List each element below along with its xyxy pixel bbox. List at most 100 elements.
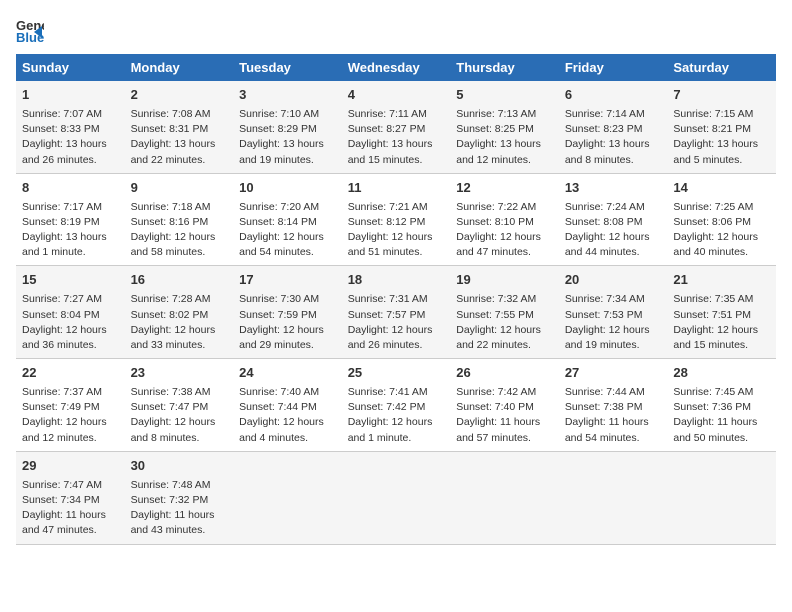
header-thursday: Thursday xyxy=(450,54,559,81)
day-number: 15 xyxy=(22,271,119,290)
day-info: Sunrise: 7:38 AM xyxy=(131,385,228,400)
calendar-table: SundayMondayTuesdayWednesdayThursdayFrid… xyxy=(16,54,776,545)
calendar-cell: 30Sunrise: 7:48 AMSunset: 7:32 PMDayligh… xyxy=(125,451,234,544)
day-info: Sunrise: 7:34 AM xyxy=(565,292,662,307)
calendar-cell: 21Sunrise: 7:35 AMSunset: 7:51 PMDayligh… xyxy=(667,266,776,359)
day-info: Sunset: 8:02 PM xyxy=(131,308,228,323)
day-info: Sunset: 8:21 PM xyxy=(673,122,770,137)
calendar-cell: 5Sunrise: 7:13 AMSunset: 8:25 PMDaylight… xyxy=(450,81,559,173)
day-info: Sunset: 7:44 PM xyxy=(239,400,336,415)
day-info: and 12 minutes. xyxy=(456,153,553,168)
day-info: Sunrise: 7:35 AM xyxy=(673,292,770,307)
day-info: Sunrise: 7:22 AM xyxy=(456,200,553,215)
day-info: and 5 minutes. xyxy=(673,153,770,168)
header-wednesday: Wednesday xyxy=(342,54,451,81)
day-info: Daylight: 12 hours xyxy=(131,323,228,338)
day-info: Daylight: 12 hours xyxy=(348,415,445,430)
day-number: 24 xyxy=(239,364,336,383)
calendar-cell: 7Sunrise: 7:15 AMSunset: 8:21 PMDaylight… xyxy=(667,81,776,173)
day-number: 23 xyxy=(131,364,228,383)
calendar-cell: 6Sunrise: 7:14 AMSunset: 8:23 PMDaylight… xyxy=(559,81,668,173)
day-info: Sunset: 7:47 PM xyxy=(131,400,228,415)
day-info: and 29 minutes. xyxy=(239,338,336,353)
day-info: Daylight: 13 hours xyxy=(22,137,119,152)
calendar-cell xyxy=(559,451,668,544)
day-info: and 1 minute. xyxy=(22,245,119,260)
day-info: Sunrise: 7:42 AM xyxy=(456,385,553,400)
calendar-cell: 10Sunrise: 7:20 AMSunset: 8:14 PMDayligh… xyxy=(233,173,342,266)
day-info: Daylight: 13 hours xyxy=(565,137,662,152)
day-number: 2 xyxy=(131,86,228,105)
day-number: 3 xyxy=(239,86,336,105)
day-info: Sunset: 8:14 PM xyxy=(239,215,336,230)
day-info: Daylight: 12 hours xyxy=(565,323,662,338)
day-info: Sunset: 8:25 PM xyxy=(456,122,553,137)
day-info: Sunrise: 7:47 AM xyxy=(22,478,119,493)
week-row-2: 8Sunrise: 7:17 AMSunset: 8:19 PMDaylight… xyxy=(16,173,776,266)
day-info: Sunrise: 7:44 AM xyxy=(565,385,662,400)
calendar-cell: 19Sunrise: 7:32 AMSunset: 7:55 PMDayligh… xyxy=(450,266,559,359)
calendar-header-row: SundayMondayTuesdayWednesdayThursdayFrid… xyxy=(16,54,776,81)
day-info: and 54 minutes. xyxy=(565,431,662,446)
day-info: and 44 minutes. xyxy=(565,245,662,260)
logo-icon: General Blue xyxy=(16,16,44,44)
week-row-1: 1Sunrise: 7:07 AMSunset: 8:33 PMDaylight… xyxy=(16,81,776,173)
day-info: Daylight: 11 hours xyxy=(22,508,119,523)
day-info: Sunrise: 7:45 AM xyxy=(673,385,770,400)
day-info: Sunset: 8:16 PM xyxy=(131,215,228,230)
day-info: Sunset: 7:40 PM xyxy=(456,400,553,415)
day-info: and 58 minutes. xyxy=(131,245,228,260)
logo: General Blue xyxy=(16,16,48,44)
calendar-cell xyxy=(342,451,451,544)
day-info: and 26 minutes. xyxy=(348,338,445,353)
day-info: Sunset: 8:06 PM xyxy=(673,215,770,230)
day-number: 18 xyxy=(348,271,445,290)
day-info: and 47 minutes. xyxy=(22,523,119,538)
day-info: Daylight: 11 hours xyxy=(131,508,228,523)
day-number: 25 xyxy=(348,364,445,383)
day-number: 11 xyxy=(348,179,445,198)
day-number: 13 xyxy=(565,179,662,198)
calendar-cell: 23Sunrise: 7:38 AMSunset: 7:47 PMDayligh… xyxy=(125,359,234,452)
day-info: Sunrise: 7:27 AM xyxy=(22,292,119,307)
day-info: Sunset: 7:36 PM xyxy=(673,400,770,415)
day-info: and 43 minutes. xyxy=(131,523,228,538)
day-info: Sunset: 7:51 PM xyxy=(673,308,770,323)
day-number: 20 xyxy=(565,271,662,290)
day-info: and 15 minutes. xyxy=(673,338,770,353)
calendar-cell: 13Sunrise: 7:24 AMSunset: 8:08 PMDayligh… xyxy=(559,173,668,266)
day-info: Sunrise: 7:17 AM xyxy=(22,200,119,215)
day-info: Sunrise: 7:25 AM xyxy=(673,200,770,215)
calendar-cell xyxy=(450,451,559,544)
day-info: Daylight: 12 hours xyxy=(239,230,336,245)
day-number: 7 xyxy=(673,86,770,105)
day-info: Daylight: 13 hours xyxy=(456,137,553,152)
calendar-cell: 29Sunrise: 7:47 AMSunset: 7:34 PMDayligh… xyxy=(16,451,125,544)
day-info: Sunset: 8:27 PM xyxy=(348,122,445,137)
day-info: Daylight: 11 hours xyxy=(673,415,770,430)
day-info: Sunrise: 7:20 AM xyxy=(239,200,336,215)
day-info: Daylight: 13 hours xyxy=(239,137,336,152)
day-number: 19 xyxy=(456,271,553,290)
day-info: Daylight: 13 hours xyxy=(22,230,119,245)
day-info: and 8 minutes. xyxy=(131,431,228,446)
day-info: Sunrise: 7:24 AM xyxy=(565,200,662,215)
calendar-cell: 3Sunrise: 7:10 AMSunset: 8:29 PMDaylight… xyxy=(233,81,342,173)
calendar-cell: 14Sunrise: 7:25 AMSunset: 8:06 PMDayligh… xyxy=(667,173,776,266)
day-number: 21 xyxy=(673,271,770,290)
day-info: Sunrise: 7:40 AM xyxy=(239,385,336,400)
day-info: and 26 minutes. xyxy=(22,153,119,168)
header-tuesday: Tuesday xyxy=(233,54,342,81)
day-info: Sunset: 7:42 PM xyxy=(348,400,445,415)
day-info: Sunrise: 7:37 AM xyxy=(22,385,119,400)
day-info: and 15 minutes. xyxy=(348,153,445,168)
day-number: 5 xyxy=(456,86,553,105)
calendar-cell: 22Sunrise: 7:37 AMSunset: 7:49 PMDayligh… xyxy=(16,359,125,452)
day-number: 9 xyxy=(131,179,228,198)
day-info: and 22 minutes. xyxy=(131,153,228,168)
day-info: Sunset: 8:29 PM xyxy=(239,122,336,137)
day-info: Daylight: 13 hours xyxy=(131,137,228,152)
day-info: Sunset: 7:53 PM xyxy=(565,308,662,323)
day-info: Sunset: 7:34 PM xyxy=(22,493,119,508)
day-info: Daylight: 12 hours xyxy=(348,323,445,338)
